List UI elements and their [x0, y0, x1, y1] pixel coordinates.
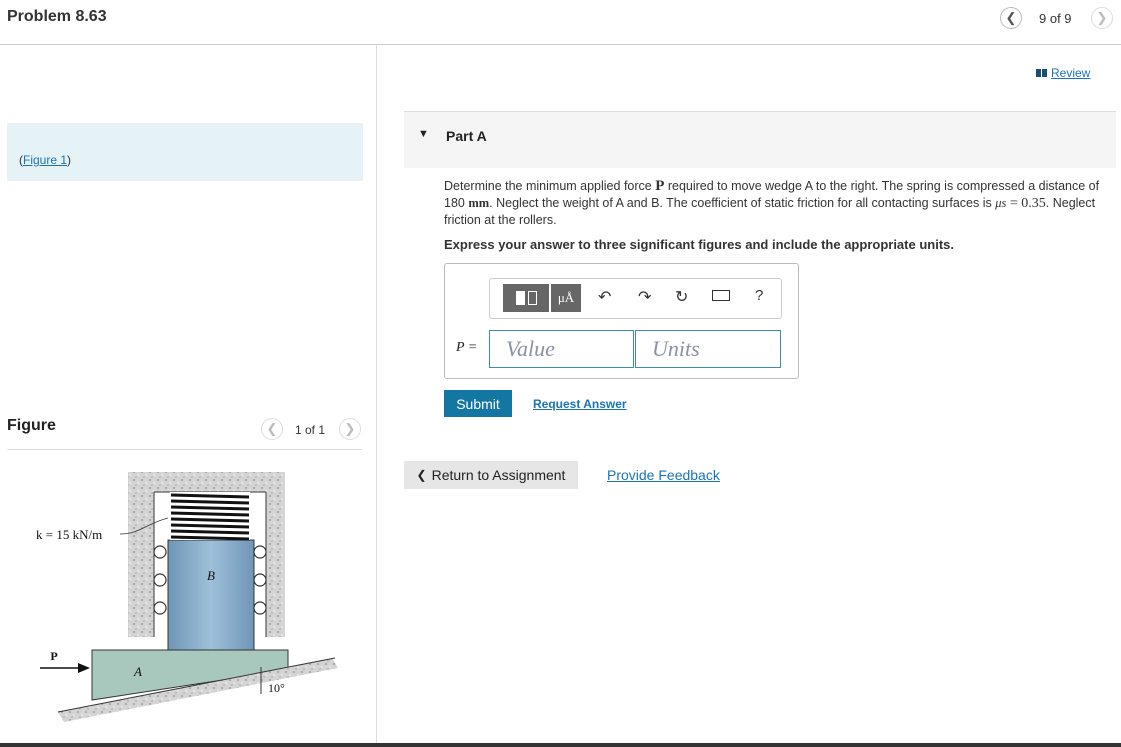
- angle-label: 10°: [268, 681, 285, 695]
- provide-feedback-link[interactable]: Provide Feedback: [607, 467, 720, 483]
- spring-constant-label: k = 15 kN/m: [36, 527, 102, 542]
- templates-icon: [515, 291, 537, 305]
- math-toolbar: μÅ ↶ ↷ ↻ ?: [489, 278, 782, 319]
- request-answer-link[interactable]: Request Answer: [533, 397, 627, 411]
- keyboard-icon[interactable]: [712, 290, 730, 301]
- problem-page-count: 9 of 9: [1039, 11, 1072, 26]
- figure-link-box: (Figure 1): [7, 123, 363, 181]
- force-symbol: P: [655, 178, 665, 194]
- figure-prev-button[interactable]: ❮: [261, 418, 283, 440]
- reset-icon[interactable]: ↻: [675, 287, 688, 307]
- figure-link-wrapper: (Figure 1): [19, 153, 72, 167]
- wedge-spring-figure: B A 10° P k = 15 kN/m: [36, 472, 338, 722]
- block-b-label: B: [207, 568, 215, 583]
- chevron-left-icon: ❮: [266, 421, 278, 436]
- part-a-header[interactable]: ▼ Part A: [404, 111, 1116, 168]
- review-link[interactable]: Review: [1036, 66, 1090, 80]
- part-a-label: Part A: [446, 128, 487, 144]
- chevron-right-icon: ❯: [1096, 10, 1108, 25]
- redo-icon[interactable]: ↷: [638, 287, 651, 307]
- undo-icon[interactable]: ↶: [598, 287, 611, 307]
- bottom-bar: [0, 743, 1121, 747]
- units-input[interactable]: [635, 330, 781, 368]
- help-icon[interactable]: ?: [755, 287, 763, 304]
- column-divider: [376, 44, 377, 744]
- figure-panel-title: Figure: [7, 417, 56, 434]
- return-label: Return to Assignment: [431, 467, 566, 483]
- variable-label: P =: [456, 340, 477, 356]
- chevron-right-icon: ❯: [344, 421, 356, 436]
- answer-instruction: Express your answer to three significant…: [444, 237, 954, 252]
- figure-next-button[interactable]: ❯: [339, 418, 361, 440]
- spring-coils: [170, 492, 250, 541]
- previous-problem-button[interactable]: ❮: [1000, 7, 1022, 29]
- variable-label-text: P =: [456, 340, 478, 355]
- return-to-assignment-button[interactable]: ❮ Return to Assignment: [404, 461, 578, 489]
- next-problem-button[interactable]: ❯: [1091, 7, 1113, 29]
- problem-title: Problem 8.63: [7, 8, 107, 25]
- figure-page-count: 1 of 1: [295, 423, 326, 437]
- unit-mm: mm: [468, 195, 490, 210]
- wedge-a-label: A: [133, 664, 142, 679]
- figure-link[interactable]: Figure 1: [23, 153, 67, 167]
- top-bar: [0, 0, 1121, 45]
- templates-button[interactable]: [503, 284, 549, 312]
- book-icon: [1036, 69, 1047, 77]
- units-symbol-button[interactable]: μÅ: [551, 284, 581, 312]
- problem-statement: Determine the minimum applied force P re…: [444, 178, 1116, 229]
- problem-text-1: Determine the minimum applied force: [444, 179, 656, 193]
- review-link-label: Review: [1051, 66, 1091, 80]
- value-input[interactable]: [489, 330, 634, 368]
- mu-value: = 0.35: [1006, 195, 1046, 211]
- chevron-left-icon: ❮: [1005, 10, 1017, 25]
- mu-symbol: μs: [995, 195, 1007, 210]
- figure-divider: [7, 449, 362, 450]
- force-p-label: P: [50, 649, 57, 663]
- chevron-left-icon: ❮: [416, 468, 427, 482]
- submit-button[interactable]: Submit: [444, 390, 512, 417]
- caret-down-icon: ▼: [418, 128, 429, 140]
- problem-text-3: . Neglect the weight of A and B. The coe…: [489, 195, 996, 210]
